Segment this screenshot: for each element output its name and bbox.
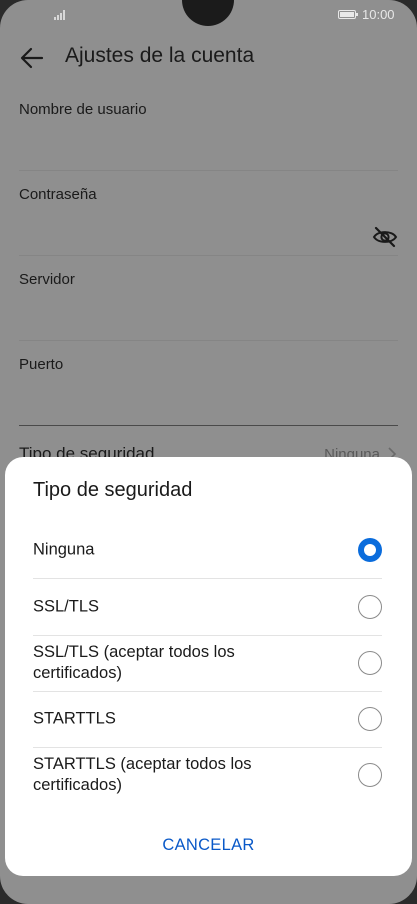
security-type-dialog: Tipo de seguridad Ninguna SSL/TLS SSL/TL… bbox=[5, 457, 412, 876]
option-starttls[interactable]: STARTTLS bbox=[33, 691, 382, 748]
option-ninguna[interactable]: Ninguna bbox=[33, 522, 382, 579]
dialog-title: Tipo de seguridad bbox=[33, 479, 193, 501]
username-label: Nombre de usuario bbox=[19, 101, 147, 118]
app-header: Ajustes de la cuenta bbox=[0, 30, 417, 86]
option-label: Ninguna bbox=[33, 540, 95, 559]
phone-screen: 10:00 Ajustes de la cuenta Nombre de usu… bbox=[0, 0, 417, 904]
option-starttls-accept-all[interactable]: STARTTLS (aceptar todos los certificados… bbox=[33, 747, 382, 803]
radio-unselected[interactable] bbox=[358, 651, 382, 675]
password-label: Contraseña bbox=[19, 186, 97, 203]
option-label: STARTTLS bbox=[33, 709, 116, 728]
radio-unselected[interactable] bbox=[358, 763, 382, 787]
option-ssl-tls-accept-all[interactable]: SSL/TLS (aceptar todos los certificados) bbox=[33, 635, 382, 692]
password-field[interactable]: Contraseña bbox=[19, 170, 398, 256]
cancel-button[interactable]: CANCELAR bbox=[5, 825, 412, 865]
server-field[interactable]: Servidor bbox=[19, 255, 398, 341]
radio-unselected[interactable] bbox=[358, 595, 382, 619]
battery-icon bbox=[338, 10, 358, 19]
signal-icon bbox=[54, 10, 65, 20]
status-bar: 10:00 bbox=[0, 0, 417, 30]
option-label: SSL/TLS (aceptar todos los certificados) bbox=[33, 643, 235, 682]
server-label: Servidor bbox=[19, 271, 75, 288]
username-field[interactable]: Nombre de usuario bbox=[19, 85, 398, 171]
option-label: SSL/TLS bbox=[33, 597, 100, 616]
radio-selected[interactable] bbox=[358, 538, 382, 562]
port-field[interactable]: Puerto bbox=[19, 340, 398, 426]
page-title: Ajustes de la cuenta bbox=[65, 44, 255, 67]
radio-unselected[interactable] bbox=[358, 707, 382, 731]
port-label: Puerto bbox=[19, 356, 64, 373]
option-ssl-tls[interactable]: SSL/TLS bbox=[33, 579, 382, 636]
option-label: STARTTLS (aceptar todos los certificados… bbox=[33, 755, 252, 794]
eye-off-icon[interactable] bbox=[372, 224, 398, 250]
back-arrow-icon[interactable] bbox=[18, 44, 46, 72]
status-time: 10:00 bbox=[362, 7, 395, 22]
